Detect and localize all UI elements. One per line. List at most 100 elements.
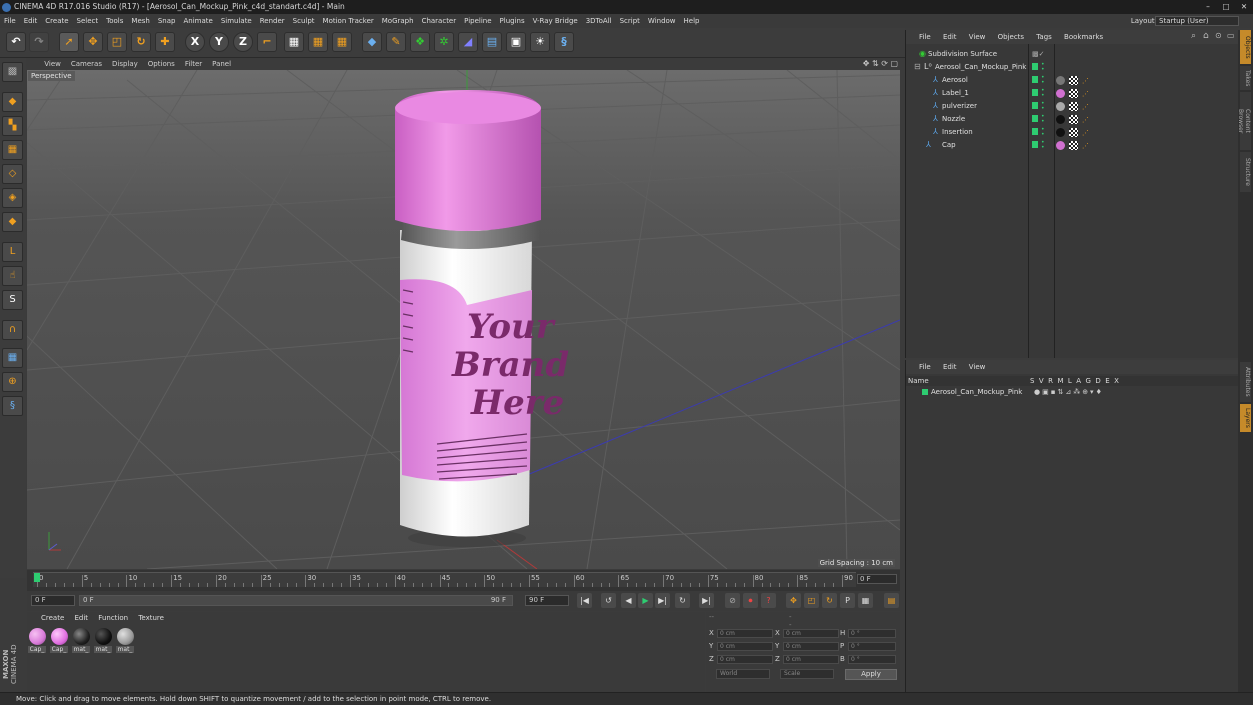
material-tag-icon[interactable] <box>1056 115 1065 124</box>
lm-menu-view[interactable]: View <box>964 360 991 374</box>
x-axis-button[interactable]: X <box>185 32 205 52</box>
close-icon[interactable]: ✕ <box>1235 0 1253 14</box>
viewport-menu-filter[interactable]: Filter <box>180 58 207 70</box>
menu-item-animate[interactable]: Animate <box>179 14 216 28</box>
key-parameter-icon[interactable]: P <box>840 593 855 608</box>
object-row[interactable]: ⅄ Label_1 • • ⋰ <box>906 87 1239 99</box>
range-slider[interactable]: 0 F 90 F <box>79 595 513 606</box>
phong-tag-icon[interactable]: ⋰ <box>1082 127 1089 139</box>
undo-button[interactable]: ↶ <box>6 32 26 52</box>
texture-tag-icon[interactable] <box>1069 128 1078 137</box>
position-y-field[interactable]: 0 cm <box>717 642 773 651</box>
phong-tag-icon[interactable]: ⋰ <box>1082 140 1089 152</box>
next-frame-icon[interactable]: ▶| <box>655 593 670 608</box>
grid-icon[interactable]: ▦ <box>2 348 23 368</box>
object-name[interactable]: Insertion <box>942 126 973 138</box>
material-tag-icon[interactable] <box>1056 102 1065 111</box>
tab-takes[interactable]: Takes <box>1240 66 1251 90</box>
material-swatch[interactable]: Cap_ <box>28 628 46 653</box>
axis-mode-icon[interactable]: L <box>2 242 23 262</box>
start-frame-field[interactable]: 0 F <box>31 595 75 606</box>
array-icon[interactable]: ✲ <box>434 32 454 52</box>
subdivision-icon[interactable]: ❖ <box>410 32 430 52</box>
redo-button[interactable]: ↷ <box>29 32 49 52</box>
menu-item-script[interactable]: Script <box>616 14 644 28</box>
timeline-window-icon[interactable]: ▤ <box>884 593 899 608</box>
record-keys-icon[interactable]: ⊘ <box>725 593 740 608</box>
material-swatch[interactable]: mat_ <box>72 628 90 653</box>
om-menu-edit[interactable]: Edit <box>938 30 962 44</box>
key-rotation-icon[interactable]: ↻ <box>822 593 837 608</box>
menu-item-character[interactable]: Character <box>418 14 461 28</box>
lock-workplane-icon[interactable]: ⊕ <box>2 372 23 392</box>
material-swatch[interactable]: mat_ <box>94 628 112 653</box>
material-swatch[interactable]: mat_ <box>116 628 134 653</box>
layer-color-icon[interactable] <box>922 389 928 395</box>
menu-item-help[interactable]: Help <box>680 14 704 28</box>
expand-icon[interactable]: ⊟ <box>914 63 921 71</box>
key-scale-icon[interactable]: ◰ <box>804 593 819 608</box>
goto-start-icon[interactable]: |◀ <box>577 593 592 608</box>
texture-tag-icon[interactable] <box>1069 141 1078 150</box>
material-swatch[interactable]: Cap_ <box>50 628 68 653</box>
tab-objects[interactable]: Objects <box>1240 30 1251 64</box>
render-picture-viewer-button[interactable]: ▦ <box>308 32 328 52</box>
viewport-menu-cameras[interactable]: Cameras <box>66 58 107 70</box>
object-name[interactable]: Label_1 <box>942 87 969 99</box>
workplane-icon[interactable]: ▦ <box>2 140 23 160</box>
om-menu-bookmarks[interactable]: Bookmarks <box>1059 30 1108 44</box>
material-menu-function[interactable]: Function <box>94 612 132 624</box>
viewport-menu-display[interactable]: Display <box>107 58 143 70</box>
menu-item-mesh[interactable]: Mesh <box>127 14 153 28</box>
material-tag-icon[interactable] <box>1056 76 1065 85</box>
material-menu-edit[interactable]: Edit <box>71 612 93 624</box>
object-name[interactable]: pulverizer <box>942 100 977 112</box>
object-name[interactable]: Nozzle <box>942 113 965 125</box>
object-name[interactable]: Aerosol <box>942 74 968 86</box>
object-row[interactable]: ⅄ pulverizer • • ⋰ <box>906 100 1239 112</box>
menu-item-file[interactable]: File <box>0 14 20 28</box>
om-menu-tags[interactable]: Tags <box>1031 30 1057 44</box>
object-row[interactable]: ⅄ Cap • • ⋰ <box>906 139 1239 151</box>
phong-tag-icon[interactable]: ⋰ <box>1082 114 1089 126</box>
menu-item-v-ray-bridge[interactable]: V-Ray Bridge <box>529 14 582 28</box>
edges-mode-icon[interactable]: ◈ <box>2 188 23 208</box>
object-row[interactable]: ⅄ Nozzle • • ⋰ <box>906 113 1239 125</box>
play-icon[interactable]: ▶ <box>638 593 653 608</box>
search-icon[interactable]: ⌕ <box>1191 31 1196 41</box>
menu-item-motion-tracker[interactable]: Motion Tracker <box>319 14 378 28</box>
rotate-tool-button[interactable]: ↻ <box>131 32 151 52</box>
menu-item-window[interactable]: Window <box>644 14 680 28</box>
magnet-icon[interactable]: ∩ <box>2 320 23 340</box>
object-row[interactable]: ⅄ Aerosol • • ⋰ <box>906 74 1239 86</box>
object-name[interactable]: Cap <box>942 139 956 151</box>
menu-item-create[interactable]: Create <box>41 14 72 28</box>
layer-name[interactable]: Aerosol_Can_Mockup_Pink <box>931 386 1022 398</box>
phong-tag-icon[interactable]: ⋰ <box>1082 75 1089 87</box>
z-axis-button[interactable]: Z <box>233 32 253 52</box>
size-y-field[interactable]: 0 cm <box>783 642 839 651</box>
light-icon[interactable]: ☀ <box>530 32 550 52</box>
om-menu-objects[interactable]: Objects <box>993 30 1029 44</box>
polygons-mode-icon[interactable]: ◆ <box>2 212 23 232</box>
python-icon[interactable]: § <box>554 32 574 52</box>
3d-viewport[interactable]: Your Brand Here Perspective Grid Spacing… <box>27 70 900 569</box>
previous-frame-icon[interactable]: ◀ <box>621 593 636 608</box>
scale-tool-button[interactable]: ◰ <box>107 32 127 52</box>
add-tool-button[interactable]: ✚ <box>155 32 175 52</box>
menu-item-simulate[interactable]: Simulate <box>217 14 256 28</box>
make-editable-icon[interactable]: ▩ <box>2 62 23 82</box>
texture-mode-icon[interactable]: ▚ <box>2 116 23 136</box>
key-position-icon[interactable]: ✥ <box>786 593 801 608</box>
points-mode-icon[interactable]: ◇ <box>2 164 23 184</box>
lm-menu-edit[interactable]: Edit <box>938 360 962 374</box>
camera-icon[interactable]: ▣ <box>506 32 526 52</box>
menu-item-tools[interactable]: Tools <box>102 14 127 28</box>
tab-layers[interactable]: Layers <box>1240 404 1251 432</box>
texture-tag-icon[interactable] <box>1069 102 1078 111</box>
new-view-icon[interactable]: ⊙ <box>1215 31 1222 40</box>
timeline-frame-field[interactable]: 0 F <box>857 574 897 584</box>
viewport-menu-options[interactable]: Options <box>143 58 180 70</box>
phong-tag-icon[interactable]: ⋰ <box>1082 88 1089 100</box>
home-icon[interactable]: ⌂ <box>1203 31 1209 41</box>
